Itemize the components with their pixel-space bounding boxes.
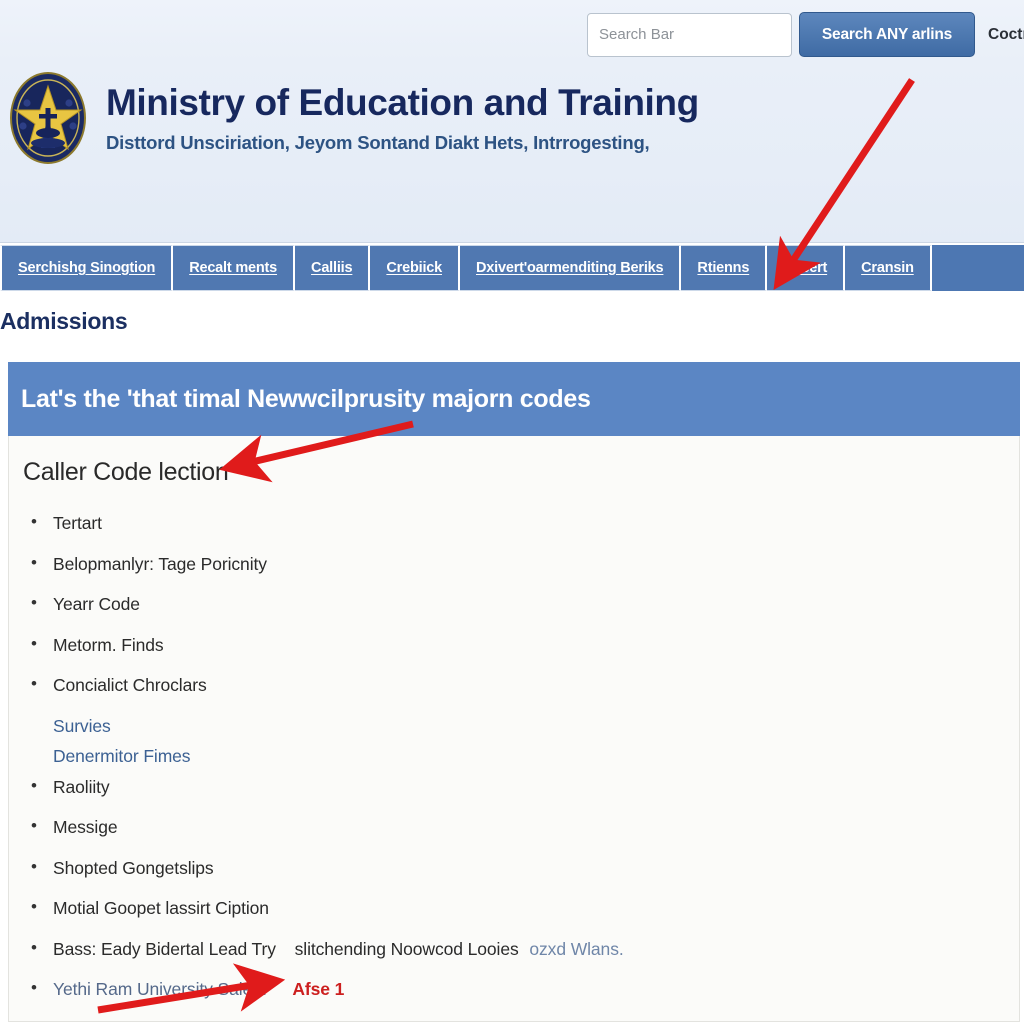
nav-item-cransin[interactable]: Cransin: [845, 245, 932, 291]
list-item[interactable]: Yearr Code: [23, 590, 1003, 632]
list-item[interactable]: Concialict Chroclars: [23, 671, 1003, 713]
search-input[interactable]: [587, 12, 792, 57]
list-sublink[interactable]: Denermitor Fimes: [23, 743, 1003, 774]
site-masthead: Ministry of Education and Training Distt…: [0, 62, 1024, 243]
highlight-banner: Lat's the 'that timal Newwcilprusity maj…: [8, 362, 1020, 436]
long-item-lead: Bass: Eady Bidertal Lead Try: [53, 938, 276, 959]
content-list: Tertart Belopmanlyr: Tage Poricnity Year…: [23, 509, 1003, 1017]
nav-item-calliis[interactable]: Calliis: [295, 245, 371, 291]
site-subtitle: Disttord Unsciriation, Jeyom Sontand Dia…: [106, 131, 650, 153]
page-title: Admissions: [0, 308, 128, 334]
list-item[interactable]: Metorm. Finds: [23, 631, 1003, 673]
last-list-item-label: Yethi Ram University Salest: [53, 979, 266, 999]
nav-item-rtienns[interactable]: Rtienns: [681, 245, 768, 291]
page-root: Search ANY arlins Coctr Ministry of Educ…: [0, 0, 1024, 1024]
highlight-banner-text: Lat's the 'that timal Newwcilprusity maj…: [21, 384, 591, 413]
list-sublink[interactable]: Survies: [23, 713, 1003, 744]
list-item[interactable]: Motial Goopet lassirt Ciption: [23, 894, 1003, 936]
top-extra-link[interactable]: Coctr: [988, 26, 1024, 44]
list-item[interactable]: Belopmanlyr: Tage Poricnity: [23, 550, 1003, 592]
site-title: Ministry of Education and Training: [106, 82, 699, 123]
nav-item-serchishg-sinogtion[interactable]: Serchishg Sinogtion: [0, 245, 174, 291]
nav-item-resert[interactable]: Resert: [767, 245, 846, 291]
list-item[interactable]: Messige: [23, 813, 1003, 855]
ministry-seal-icon: [10, 72, 86, 164]
last-list-item[interactable]: Yethi Ram University Salest Afse 1: [23, 975, 1003, 1017]
search-area: Search ANY arlins Coctr: [587, 12, 1024, 57]
section-title-caller-code-lection: Caller Code lection: [23, 458, 229, 486]
long-item-mid: slitchending Noowcod Looies: [294, 938, 519, 959]
top-utility-bar: Search ANY arlins Coctr: [0, 0, 1024, 62]
nav-item-dxivertoarmenditing-beriks[interactable]: Dxivert'oarmenditing Beriks: [460, 245, 682, 291]
search-submit-button[interactable]: Search ANY arlins: [799, 12, 975, 57]
list-item-long[interactable]: Bass: Eady Bidertal Lead Try slitchendin…: [23, 935, 1003, 977]
main-navigation: Serchishg Sinogtion Recalt ments Calliis…: [0, 245, 1024, 291]
status-badge: Afse 1: [292, 979, 345, 999]
list-item[interactable]: Raoliity: [23, 773, 1003, 815]
nav-item-recalt-ments[interactable]: Recalt ments: [173, 245, 296, 291]
list-item[interactable]: Shopted Gongetslips: [23, 854, 1003, 896]
brand-block: Ministry of Education and Training Distt…: [106, 82, 699, 154]
nav-item-crebiick[interactable]: Crebiick: [370, 245, 460, 291]
content-card: Caller Code lection Tertart Belopmanlyr:…: [8, 436, 1020, 1022]
list-item[interactable]: Tertart: [23, 509, 1003, 551]
long-item-tail: ozxd Wlans.: [529, 938, 624, 959]
